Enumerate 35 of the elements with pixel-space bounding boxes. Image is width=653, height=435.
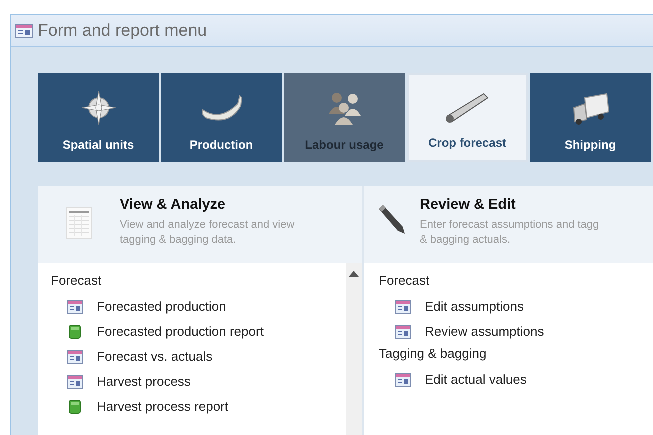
report-icon	[69, 400, 81, 414]
report-icon	[69, 324, 81, 338]
pencil-icon	[377, 203, 407, 235]
menu-item[interactable]: Harvest process	[97, 374, 191, 389]
menu-item[interactable]: Forecast vs. actuals	[97, 349, 213, 364]
compass-icon	[80, 90, 116, 126]
menu-item[interactable]: Forecasted production	[97, 299, 226, 314]
panel-description: View and analyze forecast and view tagging & bagging data.	[120, 218, 295, 248]
table-icon	[66, 207, 92, 239]
menu-item[interactable]: Harvest process report	[97, 399, 228, 414]
truck-icon	[570, 92, 610, 126]
window-title: Form and report menu	[38, 20, 208, 40]
menu-item[interactable]: Review assumptions	[425, 324, 544, 339]
form-icon	[395, 300, 411, 314]
form-icon	[395, 372, 411, 386]
group-heading: Forecast	[379, 273, 431, 288]
nav-tile[interactable]: Crop forecast	[407, 73, 528, 162]
panel-title: View & Analyze	[120, 197, 227, 213]
form-icon	[15, 24, 33, 38]
scrollbar[interactable]	[346, 263, 362, 435]
menu-item[interactable]: Edit actual values	[425, 372, 527, 387]
panel-description: Enter forecast assumptions and tagg & bagging actuals.	[420, 218, 600, 248]
nav-tile[interactable]: Production	[161, 73, 282, 162]
menu-item[interactable]: Edit assumptions	[425, 299, 524, 314]
scroll-up-icon[interactable]	[349, 271, 359, 277]
group-heading: Forecast	[51, 273, 103, 288]
form-icon	[67, 300, 83, 314]
form-icon	[67, 374, 83, 388]
form-icon	[67, 350, 83, 364]
nav-tile[interactable]: Shipping	[530, 73, 651, 162]
nav-tile[interactable]: Spatial units	[38, 73, 159, 162]
menu-item[interactable]: Forecasted production report	[97, 324, 264, 339]
panel-title: Review & Edit	[420, 197, 517, 213]
group-heading: Tagging & bagging	[379, 346, 488, 361]
form-icon	[395, 324, 411, 338]
